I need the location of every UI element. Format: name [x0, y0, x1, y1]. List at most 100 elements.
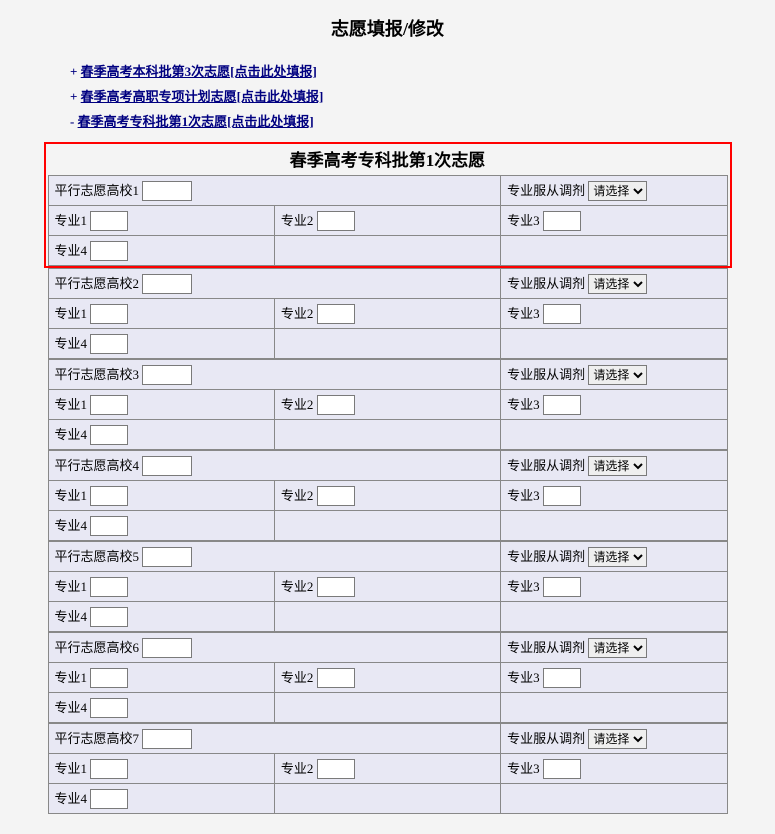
major-input[interactable]: [90, 241, 128, 261]
major-cell: 专业2: [274, 481, 500, 511]
major-label: 专业1: [55, 213, 91, 228]
major-input[interactable]: [90, 759, 128, 779]
school-input[interactable]: [142, 638, 192, 658]
school-input[interactable]: [142, 274, 192, 294]
major-input[interactable]: [90, 334, 128, 354]
major-cell: 专业4: [48, 236, 274, 266]
page-root: 志愿填报/修改 + 春季高考本科批第3次志愿[点击此处填报]+ 春季高考高职专项…: [0, 0, 775, 829]
major-input[interactable]: [90, 668, 128, 688]
adjust-cell: 专业服从调剂 请选择: [501, 724, 727, 754]
highlight-box: 春季高考专科批第1次志愿 平行志愿高校1 专业服从调剂 请选择专业1 专业2 专…: [44, 142, 732, 268]
major-input[interactable]: [543, 395, 581, 415]
major-input[interactable]: [543, 486, 581, 506]
major-input[interactable]: [90, 698, 128, 718]
adjust-select[interactable]: 请选择: [588, 638, 647, 658]
major-label: 专业2: [281, 397, 317, 412]
major-label: 专业2: [281, 306, 317, 321]
school-label: 平行志愿高校2: [55, 276, 143, 291]
school-cell: 平行志愿高校1: [48, 176, 501, 206]
adjust-select[interactable]: 请选择: [588, 365, 647, 385]
major-cell: 专业2: [274, 754, 500, 784]
school-input[interactable]: [142, 365, 192, 385]
major-label: 专业4: [55, 791, 91, 806]
school-label: 平行志愿高校7: [55, 731, 143, 746]
adjust-select[interactable]: 请选择: [588, 547, 647, 567]
major-input[interactable]: [317, 211, 355, 231]
major-input[interactable]: [317, 395, 355, 415]
school-block: 平行志愿高校4 专业服从调剂 请选择专业1 专业2 专业3 专业4: [48, 450, 728, 541]
major-input[interactable]: [543, 759, 581, 779]
adjust-select[interactable]: 请选择: [588, 729, 647, 749]
batch-link[interactable]: 春季高考专科批第1次志愿[点击此处填报]: [78, 114, 314, 129]
adjust-cell: 专业服从调剂 请选择: [501, 542, 727, 572]
major-label: 专业2: [281, 670, 317, 685]
major-input[interactable]: [90, 211, 128, 231]
adjust-cell: 专业服从调剂 请选择: [501, 451, 727, 481]
major-input[interactable]: [317, 486, 355, 506]
school-block: 平行志愿高校3 专业服从调剂 请选择专业1 专业2 专业3 专业4: [48, 359, 728, 450]
major-cell: 专业3: [501, 299, 727, 329]
major-input[interactable]: [90, 577, 128, 597]
major-input[interactable]: [90, 425, 128, 445]
school-cell: 平行志愿高校5: [48, 542, 501, 572]
major-label: 专业3: [507, 306, 543, 321]
school-label: 平行志愿高校6: [55, 640, 143, 655]
adjust-select[interactable]: 请选择: [588, 274, 647, 294]
major-input[interactable]: [317, 577, 355, 597]
major-input[interactable]: [90, 486, 128, 506]
major-input[interactable]: [90, 607, 128, 627]
empty-cell: [274, 693, 500, 723]
major-cell: 专业4: [48, 602, 274, 632]
major-label: 专业3: [507, 397, 543, 412]
major-cell: 专业1: [48, 299, 274, 329]
major-label: 专业4: [55, 427, 91, 442]
major-input[interactable]: [90, 304, 128, 324]
expand-prefix[interactable]: +: [70, 89, 81, 104]
empty-cell: [274, 784, 500, 814]
expand-prefix[interactable]: -: [70, 114, 78, 129]
expand-prefix[interactable]: +: [70, 64, 81, 79]
empty-cell: [501, 693, 727, 723]
batch-links: + 春季高考本科批第3次志愿[点击此处填报]+ 春季高考高职专项计划志愿[点击此…: [70, 61, 775, 130]
batch-link[interactable]: 春季高考高职专项计划志愿[点击此处填报]: [81, 89, 324, 104]
major-label: 专业2: [281, 488, 317, 503]
major-cell: 专业1: [48, 481, 274, 511]
major-input[interactable]: [317, 759, 355, 779]
major-label: 专业3: [507, 670, 543, 685]
major-cell: 专业2: [274, 390, 500, 420]
school-input[interactable]: [142, 181, 192, 201]
school-block: 平行志愿高校7 专业服从调剂 请选择专业1 专业2 专业3 专业4: [48, 723, 728, 814]
major-cell: 专业4: [48, 693, 274, 723]
empty-cell: [501, 602, 727, 632]
major-input[interactable]: [317, 304, 355, 324]
major-input[interactable]: [543, 577, 581, 597]
adjust-label: 专业服从调剂: [507, 549, 588, 564]
batch-link[interactable]: 春季高考本科批第3次志愿[点击此处填报]: [81, 64, 317, 79]
major-cell: 专业4: [48, 420, 274, 450]
school-input[interactable]: [142, 547, 192, 567]
major-input[interactable]: [317, 668, 355, 688]
major-input[interactable]: [90, 789, 128, 809]
adjust-label: 专业服从调剂: [507, 183, 588, 198]
adjust-label: 专业服从调剂: [507, 458, 588, 473]
adjust-select[interactable]: 请选择: [588, 456, 647, 476]
school-block: 平行志愿高校2 专业服从调剂 请选择专业1 专业2 专业3 专业4: [48, 268, 728, 359]
empty-cell: [501, 236, 727, 266]
school-input[interactable]: [142, 456, 192, 476]
major-input[interactable]: [543, 304, 581, 324]
school-block: 平行志愿高校5 专业服从调剂 请选择专业1 专业2 专业3 专业4: [48, 541, 728, 632]
outside-blocks: 平行志愿高校2 专业服从调剂 请选择专业1 专业2 专业3 专业4 平行志愿高校…: [48, 268, 728, 814]
major-input[interactable]: [543, 668, 581, 688]
major-label: 专业3: [507, 761, 543, 776]
major-label: 专业1: [55, 397, 91, 412]
major-cell: 专业3: [501, 481, 727, 511]
major-input[interactable]: [543, 211, 581, 231]
adjust-select[interactable]: 请选择: [588, 181, 647, 201]
major-cell: 专业1: [48, 572, 274, 602]
major-cell: 专业4: [48, 329, 274, 359]
major-input[interactable]: [90, 395, 128, 415]
major-label: 专业2: [281, 761, 317, 776]
major-input[interactable]: [90, 516, 128, 536]
school-input[interactable]: [142, 729, 192, 749]
major-cell: 专业1: [48, 390, 274, 420]
